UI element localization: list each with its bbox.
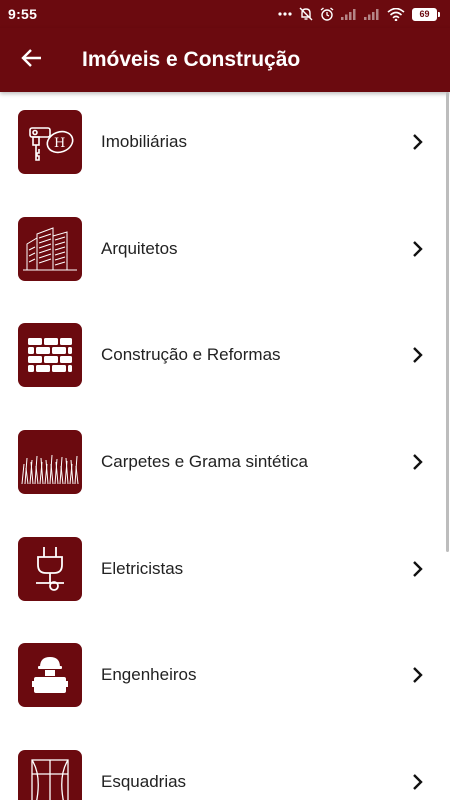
signal-icon bbox=[364, 8, 380, 20]
svg-text:H: H bbox=[54, 136, 65, 151]
chevron-right-icon bbox=[412, 453, 424, 476]
wifi-icon bbox=[387, 7, 405, 21]
chevron-right-icon bbox=[412, 133, 424, 156]
status-icons: 69 bbox=[278, 7, 440, 21]
list-item-arquitetos[interactable]: Arquitetos bbox=[0, 199, 450, 306]
list-item-label: Imobiliárias bbox=[101, 132, 187, 151]
list-item-label: Engenheiros bbox=[101, 665, 197, 685]
chevron-right-icon bbox=[412, 666, 424, 689]
alarm-icon bbox=[320, 7, 334, 21]
arrow-left-icon bbox=[21, 48, 43, 73]
list-item-label: Arquitetos bbox=[101, 238, 178, 258]
buildings-icon bbox=[18, 216, 82, 281]
list-item-label: Carpetes e Grama sintética bbox=[101, 452, 308, 472]
engineer-icon bbox=[18, 643, 82, 708]
list-item-eletricistas[interactable]: Eletricistas bbox=[0, 519, 450, 626]
signal-icon bbox=[341, 8, 357, 20]
battery-level: 69 bbox=[412, 7, 437, 21]
list-item-label: Construção e Reformas bbox=[101, 345, 281, 365]
keys-icon: H bbox=[18, 110, 82, 174]
bricks-icon bbox=[18, 323, 82, 388]
page-title: Imóveis e Construção bbox=[82, 48, 301, 71]
list-item-construcao-reformas[interactable]: Construção e Reformas bbox=[0, 305, 450, 412]
chevron-right-icon bbox=[412, 560, 424, 583]
battery-icon: 69 bbox=[412, 7, 440, 21]
back-button[interactable] bbox=[0, 28, 64, 92]
list-item-label: Esquadrias bbox=[101, 772, 187, 792]
list-item-carpetes-grama[interactable]: Carpetes e Grama sintética bbox=[0, 412, 450, 519]
plug-icon bbox=[18, 536, 82, 601]
window-icon bbox=[18, 750, 82, 800]
status-time: 9:55 bbox=[8, 6, 38, 22]
list-item-imobiliarias[interactable]: H Imobiliárias bbox=[0, 92, 450, 199]
status-bar: 9:55 69 bbox=[0, 0, 450, 28]
app-bar: Imóveis e Construção bbox=[0, 28, 450, 92]
list-item-engenheiros[interactable]: Engenheiros bbox=[0, 625, 450, 732]
chevron-right-icon bbox=[412, 240, 424, 263]
scrollbar[interactable] bbox=[446, 92, 449, 552]
chevron-right-icon bbox=[412, 773, 424, 796]
category-list: H Imobiliárias Arquitetos Construção e R… bbox=[0, 92, 450, 800]
more-dots-icon bbox=[278, 12, 292, 16]
list-item-esquadrias[interactable]: Esquadrias bbox=[0, 732, 450, 800]
list-item-label: Eletricistas bbox=[101, 558, 184, 578]
grass-icon bbox=[18, 430, 82, 495]
chevron-right-icon bbox=[412, 346, 424, 369]
mute-icon bbox=[299, 7, 313, 21]
